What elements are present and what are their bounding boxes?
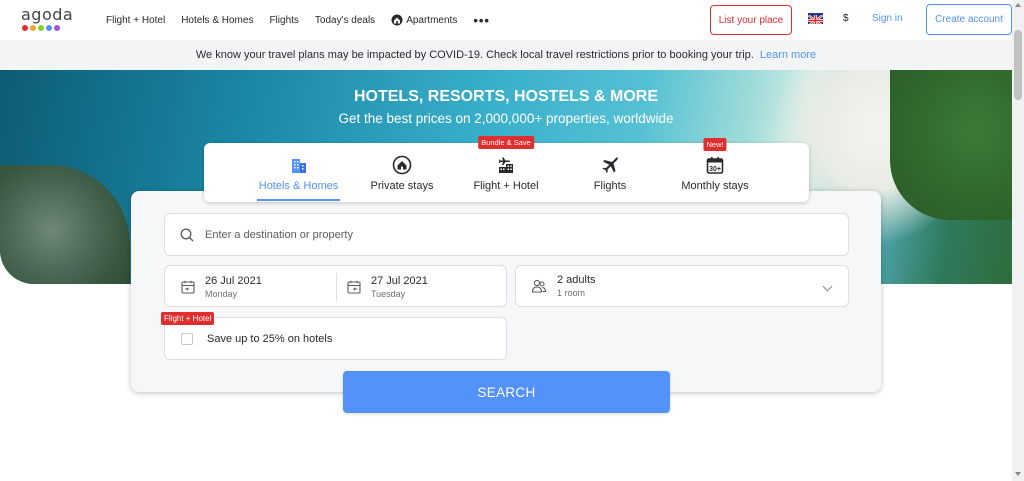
checkout-calendar-icon xyxy=(347,280,361,294)
top-header: agoda Flight + Hotel Hotels & Homes Flig… xyxy=(0,0,1012,40)
logo-dots xyxy=(22,25,71,31)
date-picker: 26 Jul 2021 Monday 27 Jul 2021 Tuesday xyxy=(164,265,507,307)
bundle-text: Save up to 25% on hotels xyxy=(207,332,333,345)
checkin-day: Monday xyxy=(205,289,238,299)
rooms-count: 1 room xyxy=(557,288,586,298)
nav-label: Today's deals xyxy=(314,14,376,26)
tab-label: Monthly stays xyxy=(681,180,749,192)
checkin-text: 26 Jul 2021 Monday xyxy=(205,275,262,299)
checkout-text: 27 Jul 2021 Tuesday xyxy=(371,275,428,299)
calendar-30-icon: 30+ xyxy=(706,157,724,174)
logo-dot xyxy=(30,25,36,31)
checkout-date: 27 Jul 2021 xyxy=(371,275,428,287)
checkout-field[interactable]: 27 Jul 2021 Tuesday xyxy=(347,266,428,308)
agoda-logo[interactable]: agoda xyxy=(21,5,74,35)
tab-label: Flights xyxy=(593,180,627,192)
create-account-button[interactable]: Create account xyxy=(926,4,1012,35)
plane-icon xyxy=(602,157,618,173)
bundle-save-badge: Bundle & Save xyxy=(478,136,534,149)
scroll-down-arrow-icon[interactable] xyxy=(1015,472,1021,476)
uk-flag-graphic xyxy=(808,14,823,24)
nav-label: Flights xyxy=(269,14,299,26)
page-scrollbar[interactable] xyxy=(1012,0,1024,481)
hero-title: HOTELS, RESORTS, HOSTELS & MORE xyxy=(353,88,659,105)
covid-banner-text: We know your travel plans may be impacte… xyxy=(195,49,754,61)
guests-count: 2 adults xyxy=(557,274,596,286)
product-tabs: Hotels & Homes Private stays Bundle & Sa… xyxy=(204,136,809,202)
nav-label: Hotels & Homes xyxy=(181,14,254,26)
tab-private-stays[interactable]: Private stays xyxy=(367,143,437,202)
active-tab-indicator xyxy=(257,199,340,201)
tab-flight-hotel[interactable]: Bundle & Save Flight + Hotel xyxy=(471,136,541,202)
logo-dot xyxy=(22,25,28,31)
new-badge: New! xyxy=(703,138,727,151)
nav-label: Apartments xyxy=(406,14,458,26)
checkout-day: Tuesday xyxy=(371,289,406,299)
flight-hotel-badge: Flight + Hotel xyxy=(161,312,215,325)
bundle-checkbox[interactable] xyxy=(181,332,193,345)
sign-in-link[interactable]: Sign in xyxy=(872,13,903,24)
date-divider xyxy=(336,273,337,301)
destination-input[interactable]: Enter a destination or property xyxy=(164,213,849,256)
list-your-place-button[interactable]: List your place xyxy=(710,5,792,35)
tab-flights[interactable]: Flights xyxy=(584,143,636,202)
guests-icon xyxy=(531,279,547,293)
apartment-icon xyxy=(391,14,403,26)
destination-placeholder: Enter a destination or property xyxy=(205,228,353,241)
logo-dot xyxy=(38,25,44,31)
currency-selector[interactable]: $ xyxy=(843,13,849,24)
tab-label: Flight + Hotel xyxy=(473,180,539,192)
tab-hotels-homes[interactable]: Hotels & Homes xyxy=(257,143,340,202)
nav-hotels-homes[interactable]: Hotels & Homes xyxy=(181,15,253,26)
nav-apartments[interactable]: Apartments xyxy=(391,14,457,26)
tab-label: Private stays xyxy=(370,180,434,192)
hero-subtitle: Get the best prices on 2,000,000+ proper… xyxy=(338,111,674,126)
main-nav: Flight + Hotel Hotels & Homes Flights To… xyxy=(106,0,490,40)
checkin-date: 26 Jul 2021 xyxy=(205,275,262,287)
covid-banner: We know your travel plans may be impacte… xyxy=(0,40,1012,70)
logo-dot xyxy=(54,25,60,31)
logo-dot xyxy=(46,25,52,31)
guests-selector[interactable]: 2 adults 1 room xyxy=(515,265,849,307)
scroll-up-arrow-icon[interactable] xyxy=(1015,3,1021,7)
guests-text: 2 adults 1 room xyxy=(557,274,596,298)
checkin-field[interactable]: 26 Jul 2021 Monday xyxy=(181,266,262,308)
hero-rock-image xyxy=(0,165,130,284)
nav-label: Flight + Hotel xyxy=(106,14,166,26)
flight-hotel-icon xyxy=(498,157,513,173)
search-button[interactable]: SEARCH xyxy=(343,371,670,413)
svg-text:30+: 30+ xyxy=(709,166,721,173)
bundle-save-option[interactable]: Flight + Hotel Save up to 25% on hotels xyxy=(161,312,507,360)
more-menu-icon[interactable]: ••• xyxy=(473,13,490,28)
nav-todays-deals[interactable]: Today's deals xyxy=(315,15,375,26)
tab-label: Hotels & Homes xyxy=(258,180,339,192)
checkin-calendar-icon xyxy=(181,280,195,294)
house-icon xyxy=(392,155,412,175)
search-icon xyxy=(180,228,194,241)
uk-flag-icon[interactable] xyxy=(808,13,823,24)
nav-flight-hotel[interactable]: Flight + Hotel xyxy=(106,15,165,26)
logo-text: agoda xyxy=(21,5,74,24)
search-panel: Enter a destination or property 26 Jul 2… xyxy=(131,191,881,413)
learn-more-link[interactable]: Learn more xyxy=(760,49,816,61)
tab-monthly-stays[interactable]: New! 30+ Monthly stays xyxy=(676,138,754,202)
nav-flights[interactable]: Flights xyxy=(269,15,298,26)
scroll-thumb[interactable] xyxy=(1014,30,1022,100)
building-icon xyxy=(291,159,306,173)
chevron-down-icon xyxy=(822,281,833,292)
